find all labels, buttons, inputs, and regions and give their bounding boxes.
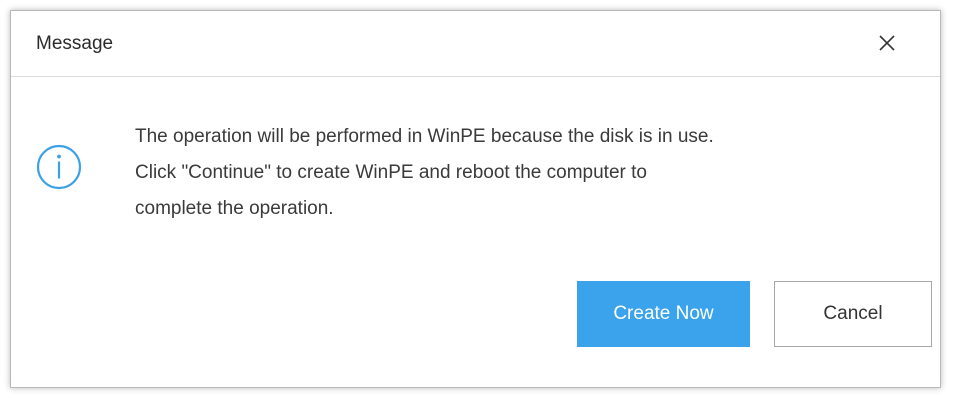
message-line: complete the operation. — [135, 198, 334, 219]
message-line: Click "Continue" to create WinPE and reb… — [135, 162, 647, 183]
create-now-button[interactable]: Create Now — [577, 281, 750, 347]
cancel-button[interactable]: Cancel — [774, 281, 932, 347]
dialog-message: The operation will be performed in WinPE… — [135, 119, 925, 227]
message-dialog: Message The operation will be performed … — [10, 10, 941, 388]
close-button[interactable] — [872, 28, 902, 58]
dialog-titlebar: Message — [11, 11, 940, 77]
message-line: The operation will be performed in WinPE… — [135, 126, 714, 147]
info-icon — [36, 144, 82, 190]
close-icon — [879, 35, 895, 51]
dialog-title: Message — [36, 33, 114, 54]
